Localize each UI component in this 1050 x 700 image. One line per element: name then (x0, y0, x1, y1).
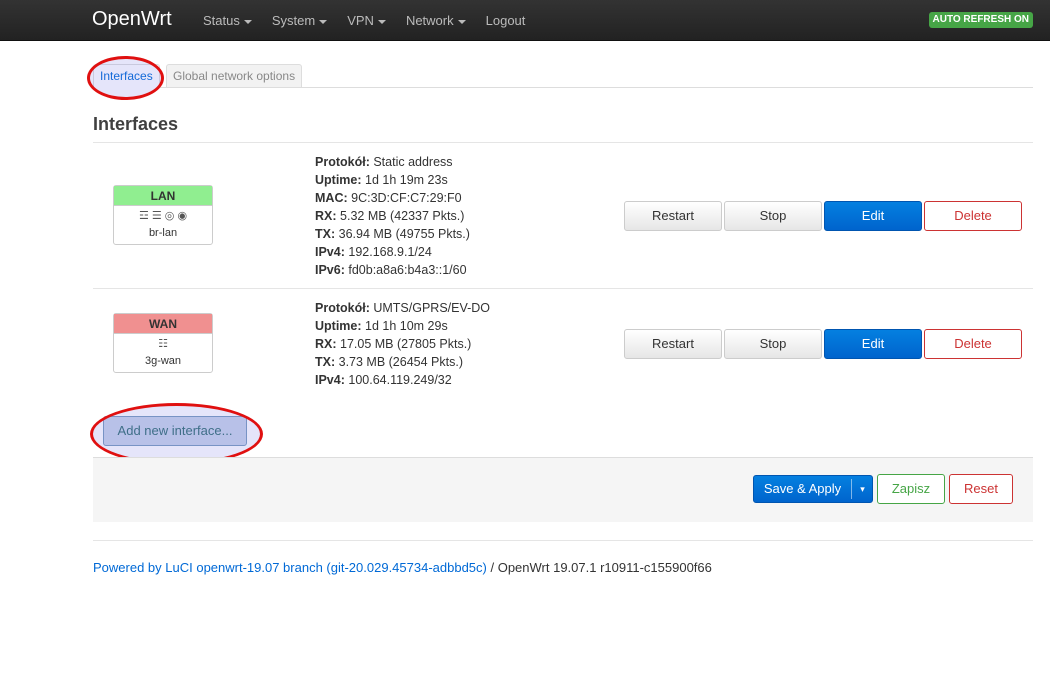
info-value: UMTS/GPRS/EV-DO (373, 301, 491, 315)
info-label: IPv4: (315, 373, 345, 387)
chevron-down-icon (243, 19, 252, 24)
info-value: 5.32 MB (42337 Pkts.) (340, 209, 465, 223)
info-label: RX: (315, 209, 337, 223)
interface-name: WAN (114, 314, 212, 334)
menu-logout-label: Logout (485, 13, 526, 28)
interface-badge-lan: LAN ☲ ☰ ◎ ◉ br-lan (113, 185, 213, 245)
info-line: TX: 3.73 MB (26454 Pkts.) (315, 353, 490, 371)
chevron-down-icon[interactable]: ▾ (852, 476, 873, 502)
save-apply-label: Save & Apply (763, 481, 842, 496)
stop-button-wan[interactable]: Stop (724, 329, 822, 359)
info-label: Protokół: (315, 301, 370, 315)
luci-version-link[interactable]: Powered by LuCI openwrt-19.07 branch (gi… (93, 560, 487, 575)
info-label: IPv6: (315, 263, 345, 277)
interface-info-wan: Protokół: UMTS/GPRS/EV-DO Uptime: 1d 1h … (315, 299, 490, 389)
menu-status[interactable]: Status (193, 0, 262, 41)
auto-refresh-badge[interactable]: AUTO REFRESH ON (928, 12, 1033, 28)
info-value: Static address (373, 155, 453, 169)
save-apply-button[interactable]: Save & Apply ▾ (753, 475, 873, 503)
stop-button-lan[interactable]: Stop (724, 201, 822, 231)
info-label: Protokół: (315, 155, 370, 169)
interface-badge-wan: WAN ☷ 3g-wan (113, 313, 213, 373)
delete-button-lan[interactable]: Delete (924, 201, 1022, 231)
menu-network[interactable]: Network (396, 0, 476, 41)
menu-vpn-label: VPN (347, 13, 374, 28)
network-device-icons: ☲ ☰ ◎ ◉ (138, 210, 188, 222)
info-value: 192.168.9.1/24 (348, 245, 432, 259)
info-line: MAC: 9C:3D:CF:C7:29:F0 (315, 189, 470, 207)
info-value: 17.05 MB (27805 Pkts.) (340, 337, 472, 351)
tab-bar: Interfaces Global network options (93, 64, 1033, 88)
main-menu: Status System VPN Network Logout (193, 0, 535, 41)
info-label: Uptime: (315, 319, 362, 333)
edit-button-lan[interactable]: Edit (824, 201, 922, 231)
menu-vpn[interactable]: VPN (337, 0, 396, 41)
info-line: Uptime: 1d 1h 10m 29s (315, 317, 490, 335)
info-value: 100.64.119.249/32 (348, 373, 452, 387)
restart-button-lan[interactable]: Restart (624, 201, 722, 231)
brand-logo[interactable]: OpenWrt (92, 8, 172, 31)
info-label: RX: (315, 337, 337, 351)
info-line: Protokół: Static address (315, 153, 470, 171)
info-value: 1d 1h 19m 23s (365, 173, 448, 187)
restart-button-wan[interactable]: Restart (624, 329, 722, 359)
divider (93, 142, 1033, 143)
menu-system[interactable]: System (262, 0, 337, 41)
menu-logout[interactable]: Logout (476, 0, 536, 41)
info-value: 9C:3D:CF:C7:29:F0 (351, 191, 462, 205)
info-line: RX: 17.05 MB (27805 Pkts.) (315, 335, 490, 353)
info-label: MAC: (315, 191, 348, 205)
chevron-down-icon (457, 19, 466, 24)
chevron-down-icon (377, 19, 386, 24)
info-line: IPv4: 192.168.9.1/24 (315, 243, 470, 261)
page-footer: Powered by LuCI openwrt-19.07 branch (gi… (93, 560, 712, 575)
reset-button[interactable]: Reset (949, 474, 1013, 504)
info-value: 36.94 MB (49755 Pkts.) (338, 227, 470, 241)
page-title: Interfaces (93, 114, 179, 134)
menu-network-label: Network (405, 13, 454, 28)
interface-info-lan: Protokół: Static address Uptime: 1d 1h 1… (315, 153, 470, 279)
info-value: 1d 1h 10m 29s (365, 319, 448, 333)
info-line: IPv6: fd0b:a8a6:b4a3::1/60 (315, 261, 470, 279)
chevron-down-icon (319, 19, 328, 24)
info-line: Protokół: UMTS/GPRS/EV-DO (315, 299, 490, 317)
edit-button-wan[interactable]: Edit (824, 329, 922, 359)
device-name: br-lan (148, 227, 178, 239)
info-label: TX: (315, 227, 336, 241)
info-line: IPv4: 100.64.119.249/32 (315, 371, 490, 389)
tab-interfaces[interactable]: Interfaces (93, 64, 160, 88)
save-button[interactable]: Zapisz (877, 474, 945, 504)
tab-global-network-options[interactable]: Global network options (166, 64, 303, 88)
info-value: 3.73 MB (26454 Pkts.) (338, 355, 463, 369)
modem-icon: ☷ (158, 338, 168, 350)
info-line: Uptime: 1d 1h 19m 23s (315, 171, 470, 189)
info-line: RX: 5.32 MB (42337 Pkts.) (315, 207, 470, 225)
info-label: IPv4: (315, 245, 345, 259)
menu-status-label: Status (203, 13, 240, 28)
divider (93, 288, 1033, 289)
info-label: TX: (315, 355, 336, 369)
info-line: TX: 36.94 MB (49755 Pkts.) (315, 225, 470, 243)
menu-system-label: System (271, 13, 316, 28)
firmware-version: / OpenWrt 19.07.1 r10911-c155900f66 (486, 560, 712, 575)
divider (93, 540, 1033, 541)
top-navbar: OpenWrt Status System VPN Network Logout… (0, 0, 1050, 41)
add-new-interface-button[interactable]: Add new interface... (103, 416, 247, 446)
device-name: 3g-wan (144, 355, 182, 367)
info-value: fd0b:a8a6:b4a3::1/60 (348, 263, 467, 277)
delete-button-wan[interactable]: Delete (924, 329, 1022, 359)
interface-name: LAN (114, 186, 212, 206)
info-label: Uptime: (315, 173, 362, 187)
